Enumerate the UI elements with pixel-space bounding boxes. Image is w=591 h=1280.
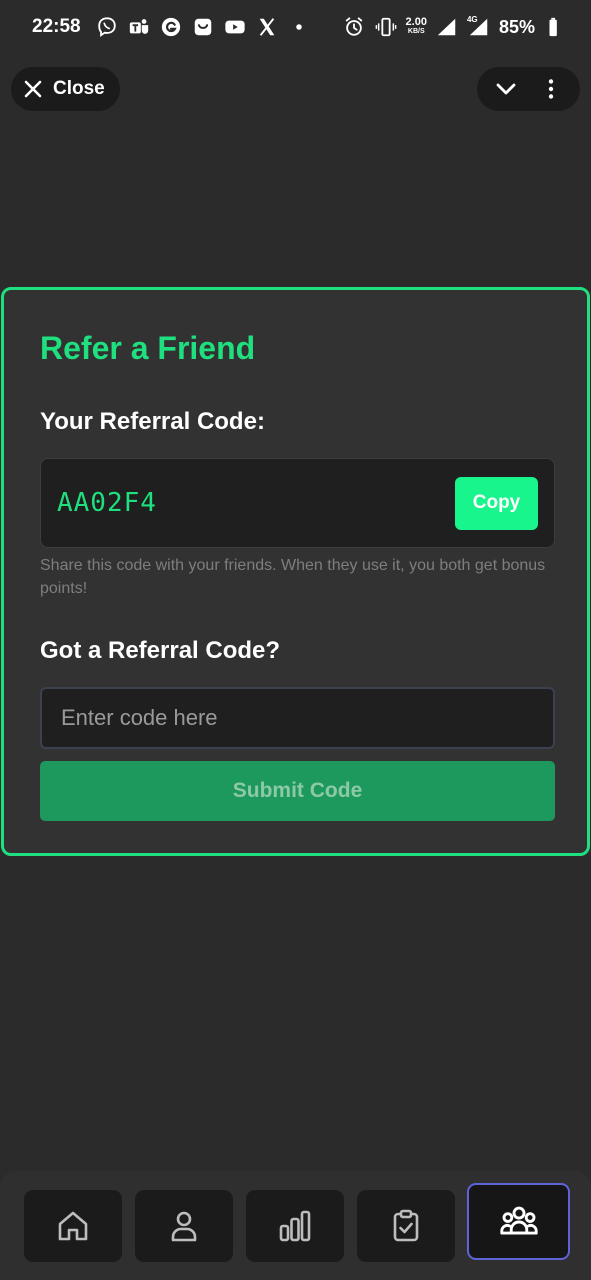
tasks-icon — [393, 1209, 419, 1242]
nav-profile[interactable] — [135, 1190, 233, 1262]
net-speed-unit: KB/S — [407, 28, 425, 35]
close-button[interactable]: Close — [11, 67, 120, 111]
signal-4g-icon: 4G — [467, 15, 491, 39]
referral-code: AA02F4 — [57, 488, 157, 518]
battery-icon — [543, 15, 567, 39]
collapse-button[interactable] — [486, 69, 526, 109]
alarm-icon — [342, 15, 366, 39]
status-time: 22:58 — [32, 16, 81, 37]
status-left: 22:58 — [32, 15, 311, 39]
submit-code-button[interactable]: Submit Code — [40, 761, 555, 821]
got-code-label: Got a Referral Code? — [40, 637, 281, 664]
user-icon — [171, 1211, 197, 1242]
net-speed-value: 2.00 — [405, 16, 427, 28]
network-label: 4G — [466, 15, 478, 24]
more-vertical-icon — [549, 79, 554, 99]
more-options-button[interactable] — [531, 69, 571, 109]
screen: 22:58 2.00 KB/S 4G 85% Close Refer a Fri… — [0, 0, 591, 1280]
bag-icon — [191, 15, 215, 39]
referral-card: Refer a Friend Your Referral Code: AA02F… — [1, 287, 590, 856]
stats-icon — [279, 1210, 311, 1242]
nav-home[interactable] — [24, 1190, 122, 1262]
helper-text: Share this code with your friends. When … — [40, 557, 546, 597]
grammarly-icon — [159, 15, 183, 39]
friends-icon — [499, 1206, 538, 1235]
referral-code-box: AA02F4 Copy — [40, 458, 555, 548]
battery-percent: 85% — [498, 16, 535, 37]
home-icon — [58, 1211, 88, 1241]
bottom-nav — [0, 1171, 591, 1280]
nav-tasks[interactable] — [357, 1190, 455, 1262]
more-notifications-dot-icon — [287, 15, 311, 39]
close-label: Close — [53, 78, 105, 99]
referral-code-input[interactable] — [40, 687, 555, 749]
nav-friends[interactable] — [467, 1183, 570, 1260]
close-icon — [24, 80, 42, 98]
status-bar: 22:58 2.00 KB/S 4G 85% — [0, 0, 591, 54]
youtube-icon — [223, 15, 247, 39]
chevron-down-icon — [496, 83, 516, 95]
header-menu — [477, 67, 580, 111]
net-speed: 2.00 KB/S — [405, 16, 427, 36]
nav-stats[interactable] — [246, 1190, 344, 1262]
vibrate-icon — [374, 15, 398, 39]
x-icon — [255, 15, 279, 39]
teams-icon — [127, 15, 151, 39]
card-title: Refer a Friend — [40, 330, 256, 366]
signal-icon — [435, 15, 459, 39]
copy-button[interactable]: Copy — [455, 476, 538, 530]
viber-icon — [95, 15, 119, 39]
status-right: 2.00 KB/S 4G 85% — [342, 15, 567, 39]
your-code-label: Your Referral Code: — [40, 408, 265, 435]
